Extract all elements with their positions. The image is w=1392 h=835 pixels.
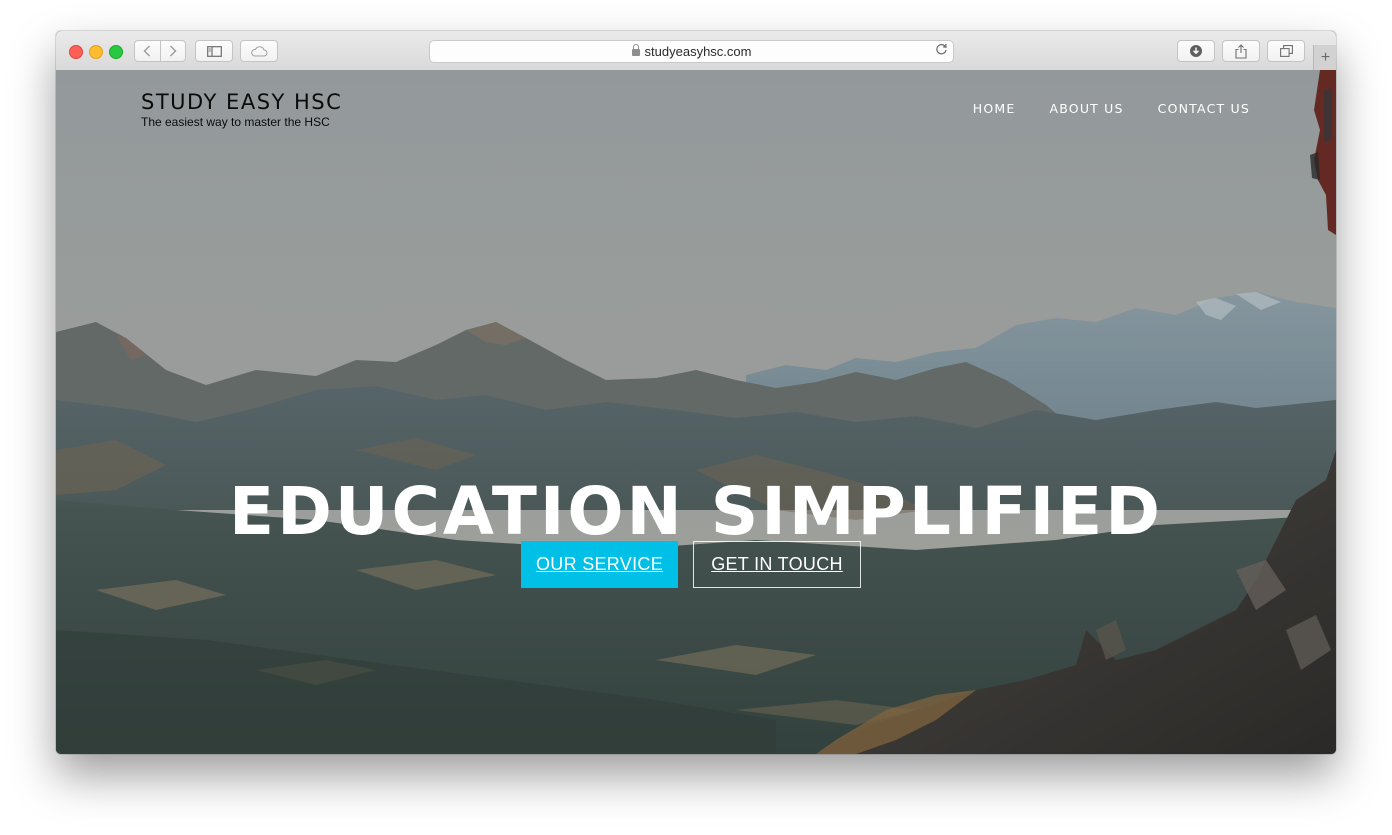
- mountain-landscape-background: [56, 70, 1336, 754]
- minimize-window-button[interactable]: [89, 45, 103, 59]
- browser-window: studyeasyhsc.com + STUDY EASY HSC The ea…: [56, 31, 1336, 754]
- url-text: studyeasyhsc.com: [644, 44, 752, 59]
- address-bar[interactable]: studyeasyhsc.com: [429, 40, 954, 63]
- back-button[interactable]: [135, 41, 160, 61]
- tab-overview-button[interactable]: [1267, 40, 1305, 62]
- icloud-tabs-button[interactable]: [240, 40, 278, 62]
- desktop-background: studyeasyhsc.com + STUDY EASY HSC The ea…: [0, 0, 1392, 835]
- site-brand[interactable]: STUDY EASY HSC The easiest way to master…: [141, 90, 342, 129]
- chevron-left-icon: [143, 45, 151, 57]
- close-window-button[interactable]: [69, 45, 83, 59]
- share-button[interactable]: [1222, 40, 1260, 62]
- nav-link-about-us[interactable]: ABOUT US: [1049, 101, 1123, 116]
- our-service-button[interactable]: OUR SERVICE: [521, 541, 678, 588]
- maximize-window-button[interactable]: [109, 45, 123, 59]
- cloud-icon: [251, 45, 268, 56]
- site-tagline: The easiest way to master the HSC: [141, 115, 330, 129]
- plus-icon: +: [1320, 48, 1331, 66]
- download-icon: [1190, 45, 1202, 57]
- main-navigation: HOME ABOUT US CONTACT US: [973, 101, 1250, 116]
- downloads-button[interactable]: [1177, 40, 1215, 62]
- history-navigation: [134, 40, 186, 62]
- sidebar-toggle-button[interactable]: [195, 40, 233, 62]
- chevron-right-icon: [169, 45, 177, 57]
- new-tab-button[interactable]: +: [1313, 45, 1336, 70]
- tabs-icon: [1279, 45, 1293, 57]
- reload-arrow-icon: [936, 43, 947, 55]
- share-icon: [1235, 43, 1247, 59]
- web-page: STUDY EASY HSC The easiest way to master…: [56, 70, 1336, 754]
- nav-link-contact-us[interactable]: CONTACT US: [1158, 101, 1250, 116]
- browser-toolbar: studyeasyhsc.com +: [56, 31, 1336, 71]
- get-in-touch-button[interactable]: GET IN TOUCH: [693, 541, 861, 588]
- sidebar-icon: [206, 45, 222, 57]
- forward-button[interactable]: [159, 41, 186, 61]
- nav-link-home[interactable]: HOME: [973, 101, 1016, 116]
- reload-icon[interactable]: [935, 43, 948, 59]
- site-title: STUDY EASY HSC: [141, 90, 343, 114]
- lock-icon: [631, 44, 640, 56]
